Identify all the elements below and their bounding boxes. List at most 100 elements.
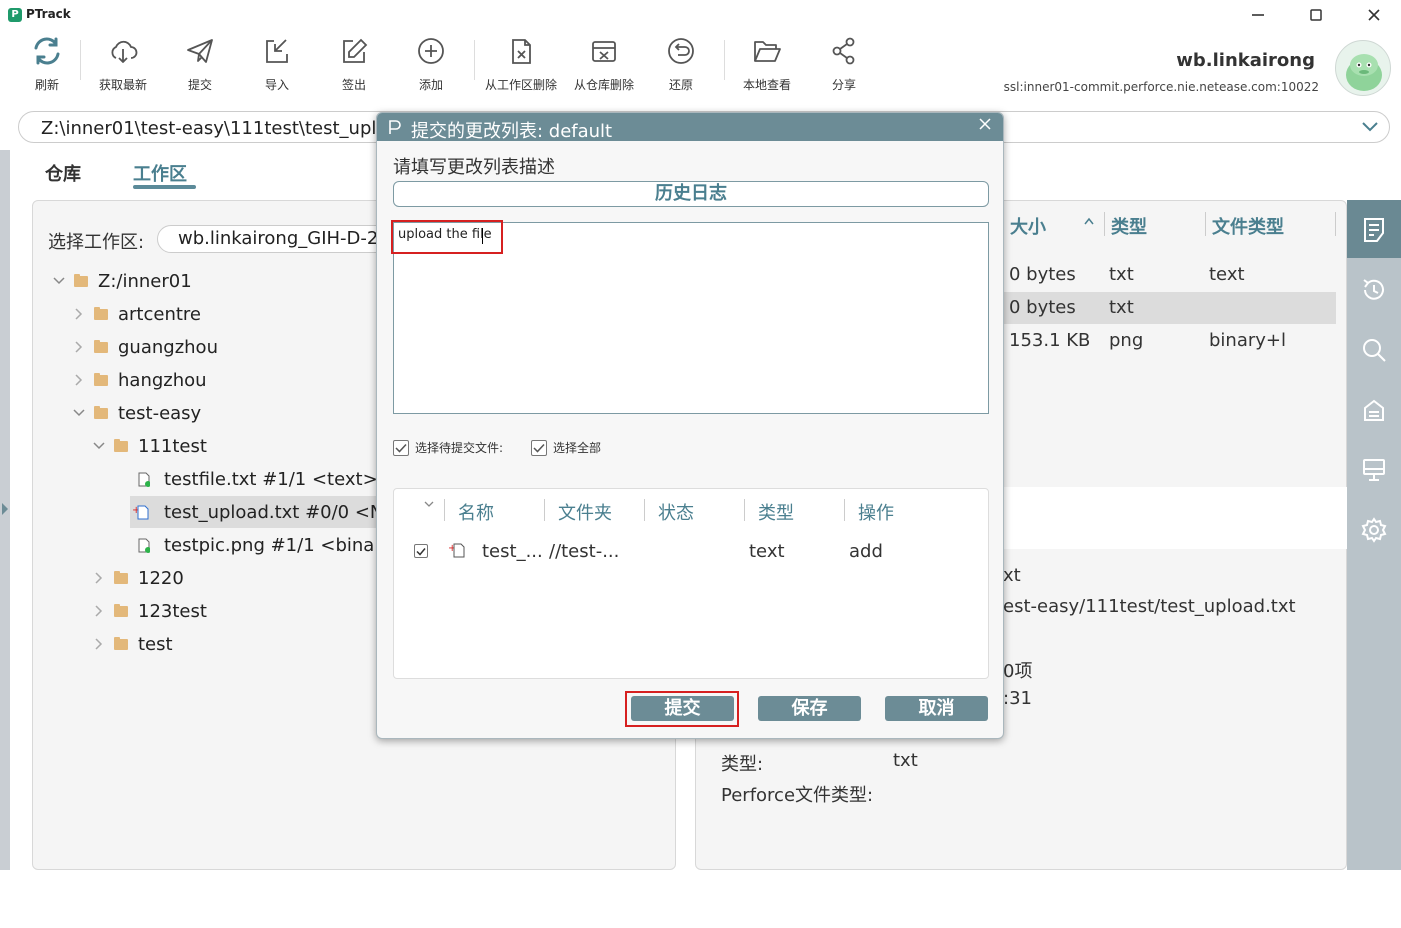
app-name: PTrack: [26, 7, 71, 21]
chevron-down-icon[interactable]: [52, 277, 66, 285]
cell-name: test_...: [482, 541, 543, 562]
cell-type: txt: [1109, 264, 1134, 285]
chevron-down-icon[interactable]: [424, 501, 434, 509]
active-tab-indicator: [133, 185, 196, 189]
tab-workspace[interactable]: 工作区: [133, 160, 187, 186]
tree-label: hangzhou: [118, 369, 207, 391]
tree-item-artcentre[interactable]: artcentre: [72, 300, 201, 328]
chevron-right-icon[interactable]: [92, 605, 106, 617]
chevron-right-icon[interactable]: [72, 374, 86, 386]
select-pending-label: 选择待提交文件:: [415, 441, 504, 455]
app-logo-icon: [387, 119, 401, 135]
workspace-select[interactable]: wb.linkairong_GIH-D-2: [157, 225, 397, 253]
search-icon[interactable]: [1359, 335, 1389, 365]
checkbox-icon[interactable]: [414, 544, 428, 558]
folder-icon: [94, 405, 108, 419]
tree-item-root[interactable]: Z:/inner01: [52, 267, 192, 295]
column-header-folder[interactable]: 文件夹: [558, 499, 612, 525]
folder-icon: [94, 306, 108, 320]
cell-size: 153.1 KB: [1009, 330, 1091, 351]
detail-value: 0项: [1003, 661, 1033, 682]
chevron-right-icon[interactable]: [72, 308, 86, 320]
folder-icon: [94, 339, 108, 353]
refresh-button[interactable]: 刷新: [15, 36, 79, 94]
tree-item-testpic[interactable]: testpic.png #1/1 <binar: [138, 531, 382, 559]
tree-label: Z:/inner01: [98, 270, 192, 292]
chevron-down-icon[interactable]: [72, 409, 86, 417]
add-button[interactable]: 添加: [399, 36, 463, 94]
tree-item-1220[interactable]: 1220: [92, 564, 184, 592]
tree-label: test: [138, 633, 173, 655]
maximize-icon[interactable]: [1301, 4, 1331, 26]
local-view-button[interactable]: 本地查看: [735, 36, 799, 94]
detail-type-value: txt: [893, 750, 918, 771]
tree-item-111test[interactable]: 111test: [92, 432, 207, 460]
column-header-name[interactable]: 名称: [458, 499, 494, 525]
sort-asc-icon[interactable]: [1083, 216, 1095, 226]
dialog-header: 提交的更改列表: default: [377, 113, 1003, 142]
import-button[interactable]: 导入: [245, 36, 309, 94]
tree-item-testfile[interactable]: testfile.txt #1/1 <text>: [138, 465, 378, 493]
column-header-type[interactable]: 类型: [1111, 213, 1147, 239]
chevron-right-icon[interactable]: [92, 572, 106, 584]
local-view-label: 本地查看: [742, 78, 791, 92]
tree-item-123test[interactable]: 123test: [92, 597, 207, 625]
tree-item-guangzhou[interactable]: guangzhou: [72, 333, 218, 361]
checkout-button[interactable]: 签出: [322, 36, 386, 94]
select-all-checkbox[interactable]: 选择全部: [531, 439, 601, 456]
monitor-icon[interactable]: [1359, 455, 1389, 485]
history-icon[interactable]: [1359, 275, 1389, 305]
column-header-status[interactable]: 状态: [658, 499, 694, 525]
checkbox-icon[interactable]: [531, 439, 547, 456]
cell-folder: //test-...: [549, 541, 620, 562]
revert-label: 还原: [668, 78, 693, 92]
document-icon[interactable]: [1359, 215, 1389, 245]
delete-from-workspace-button[interactable]: 从工作区删除: [485, 36, 557, 94]
tree-item-test-upload[interactable]: + test_upload.txt #0/0 <N: [132, 498, 383, 526]
share-button[interactable]: 分享: [812, 36, 876, 94]
close-icon[interactable]: [979, 118, 991, 130]
delete-from-repo-button[interactable]: 从仓库删除: [572, 36, 636, 94]
tree-label: 1220: [138, 567, 184, 589]
tree-label: testpic.png #1/1 <binar: [164, 534, 382, 556]
get-latest-button[interactable]: 获取最新: [91, 36, 155, 94]
workspace-label: 选择工作区:: [48, 232, 145, 253]
toolbar-divider: [724, 40, 725, 80]
checkbox-icon[interactable]: [393, 439, 409, 456]
server-address: ssl:inner01-commit.perforce.nie.netease.…: [1003, 80, 1319, 94]
revert-icon: [666, 36, 696, 66]
detail-value: :31: [1003, 688, 1032, 709]
tab-repository[interactable]: 仓库: [45, 160, 81, 186]
chevron-right-icon[interactable]: [92, 638, 106, 650]
tree-label: artcentre: [118, 303, 202, 325]
minimize-icon[interactable]: [1243, 4, 1273, 26]
folder-icon: [114, 570, 128, 584]
chevron-right-icon[interactable]: [72, 341, 86, 353]
column-header-action[interactable]: 操作: [858, 499, 894, 525]
chevron-down-icon[interactable]: [92, 442, 106, 450]
expand-arrow-icon[interactable]: [1, 502, 9, 516]
save-button[interactable]: 保存: [758, 696, 861, 721]
stack-icon[interactable]: [1359, 395, 1389, 425]
avatar[interactable]: [1335, 40, 1391, 96]
details-header-area: [1000, 487, 1347, 549]
tree-item-hangzhou[interactable]: hangzhou: [72, 366, 207, 394]
cancel-button[interactable]: 取消: [885, 696, 988, 721]
close-icon[interactable]: [1359, 4, 1389, 26]
column-header-filetype[interactable]: 文件类型: [1212, 213, 1284, 239]
chevron-down-icon[interactable]: [1361, 120, 1379, 134]
tree-item-test[interactable]: test: [92, 630, 173, 658]
folder-open-icon: [752, 36, 782, 66]
column-header-size[interactable]: 大小: [1010, 213, 1046, 239]
settings-icon[interactable]: [1359, 515, 1389, 545]
column-header-type[interactable]: 类型: [758, 499, 794, 525]
submit-toolbar-button[interactable]: 提交: [168, 36, 232, 94]
history-log-button[interactable]: 历史日志: [393, 181, 989, 207]
row-checkbox[interactable]: [414, 544, 434, 558]
select-pending-checkbox[interactable]: 选择待提交文件:: [393, 439, 503, 456]
file-synced-icon: [138, 538, 150, 553]
title-bar: P PTrack: [0, 0, 1401, 30]
tree-item-test-easy[interactable]: test-easy: [72, 399, 201, 427]
submit-highlight-box: [625, 691, 739, 727]
revert-button[interactable]: 还原: [649, 36, 713, 94]
